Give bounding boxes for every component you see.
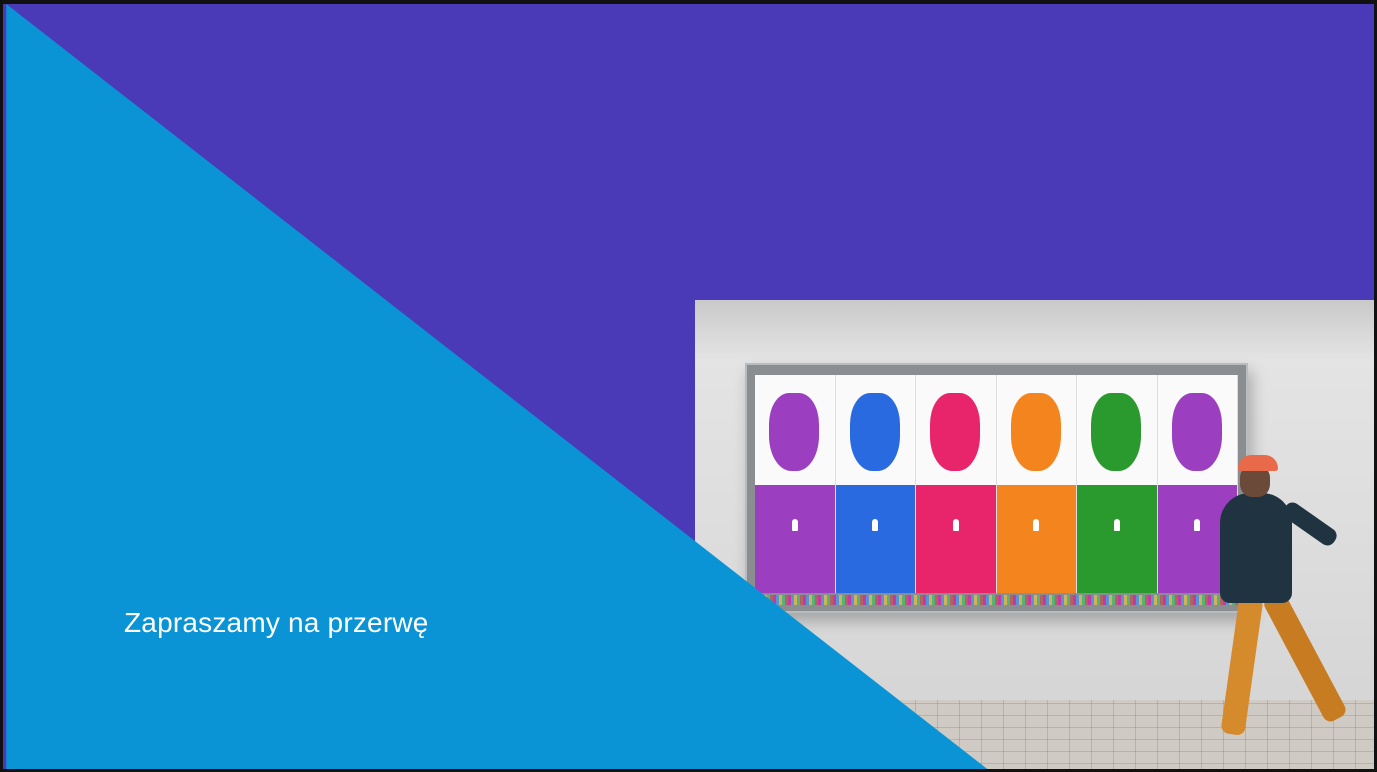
slide: Zapraszamy na przerwę — [0, 0, 1377, 772]
slide-caption: Zapraszamy na przerwę — [124, 607, 429, 638]
blue-triangle — [6, 4, 988, 769]
